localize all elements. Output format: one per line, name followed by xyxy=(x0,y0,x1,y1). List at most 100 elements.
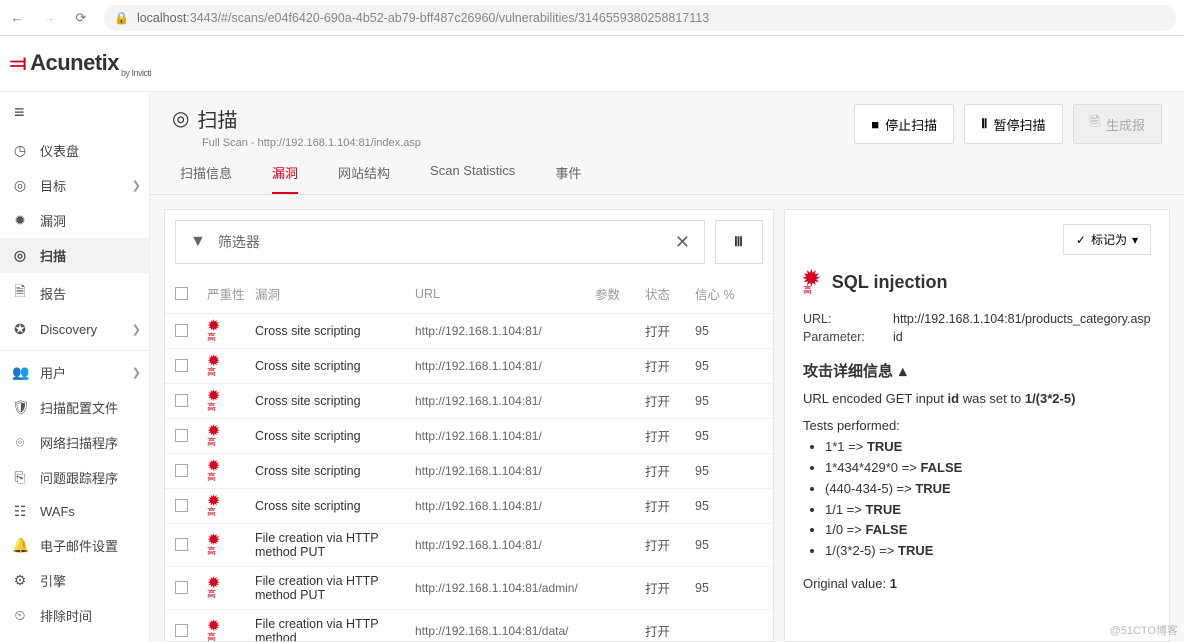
sidebar-icon: 🗎 xyxy=(12,281,28,305)
sidebar-icon: ⌾ xyxy=(12,434,28,451)
table-row[interactable]: ✹高File creation via HTTP methodhttp://19… xyxy=(165,610,773,641)
col-vuln[interactable]: 漏洞 xyxy=(255,284,415,303)
logo[interactable]: ⫤ Acunetix by Invicti xyxy=(10,50,151,78)
sidebar-icon: 👥 xyxy=(12,364,28,381)
vuln-status: 打开 xyxy=(645,535,695,554)
row-checkbox[interactable] xyxy=(175,624,188,637)
tab[interactable]: Scan Statistics xyxy=(430,163,515,194)
select-all-checkbox[interactable] xyxy=(175,287,188,300)
table-row[interactable]: ✹高Cross site scriptinghttp://192.168.1.1… xyxy=(165,314,773,349)
sidebar-item[interactable]: ⎘ 问题跟踪程序 xyxy=(0,460,149,495)
column-toggle-button[interactable]: Ⅲ xyxy=(715,220,763,264)
chevron-up-icon: ▴ xyxy=(899,362,907,380)
severity-icon: ✹高 xyxy=(207,321,255,341)
attack-details-section[interactable]: 攻击详细信息▴ xyxy=(803,360,1151,381)
col-url[interactable]: URL xyxy=(415,287,595,301)
table-row[interactable]: ✹高Cross site scriptinghttp://192.168.1.1… xyxy=(165,384,773,419)
sidebar-item[interactable]: ✪Discovery❯ xyxy=(0,313,149,346)
table-row[interactable]: ✹高File creation via HTTP method PUThttp:… xyxy=(165,567,773,610)
original-value: Original value: 1 xyxy=(803,576,1151,591)
row-checkbox[interactable] xyxy=(175,464,188,477)
vuln-confidence: 95 xyxy=(695,499,745,513)
tests-heading: Tests performed: xyxy=(803,418,1151,433)
address-bar[interactable]: 🔒 localhost:3443/#/scans/e04f6420-690a-4… xyxy=(104,5,1176,31)
sidebar-item[interactable]: ◎扫描 xyxy=(0,238,149,273)
row-checkbox[interactable] xyxy=(175,499,188,512)
vuln-name: Cross site scripting xyxy=(255,359,415,373)
tab[interactable]: 网站结构 xyxy=(338,163,390,194)
table-row[interactable]: ✹高Cross site scriptinghttp://192.168.1.1… xyxy=(165,489,773,524)
stop-icon: ■ xyxy=(871,117,879,132)
page-subtitle: Full Scan - http://192.168.1.104:81/inde… xyxy=(202,137,421,149)
pause-icon: Ⅱ xyxy=(981,116,987,132)
vuln-name: File creation via HTTP method PUT xyxy=(255,531,415,559)
tab[interactable]: 事件 xyxy=(555,163,581,194)
sidebar-label: WAFs xyxy=(40,504,75,519)
tab[interactable]: 扫描信息 xyxy=(180,163,232,194)
severity-icon: ✹高 xyxy=(207,426,255,446)
forward-icon[interactable]: → xyxy=(40,10,58,25)
sidebar: ≡ ◷仪表盘◎目标❯✹漏洞◎扫描🗎报告✪Discovery❯ 👥用户❯🛡扫描配置… xyxy=(0,92,150,642)
close-icon[interactable]: ✕ xyxy=(675,232,690,253)
sidebar-label: 电子邮件设置 xyxy=(40,536,118,555)
row-checkbox[interactable] xyxy=(175,394,188,407)
url-port: :3443 xyxy=(186,11,217,25)
table-row[interactable]: ✹高Cross site scriptinghttp://192.168.1.1… xyxy=(165,419,773,454)
generate-report-button[interactable]: 🗎生成报 xyxy=(1073,104,1162,144)
table-row[interactable]: ✹高Cross site scriptinghttp://192.168.1.1… xyxy=(165,454,773,489)
sidebar-icon: ⚙ xyxy=(12,572,28,589)
row-checkbox[interactable] xyxy=(175,324,188,337)
severity-icon: ✹高 xyxy=(207,578,255,598)
sidebar-item[interactable]: 🔔电子邮件设置 xyxy=(0,528,149,563)
sidebar-icon: ⏲ xyxy=(12,607,28,624)
stop-scan-button[interactable]: ■停止扫描 xyxy=(854,104,954,144)
filter-input[interactable]: ▼ 筛选器 ✕ xyxy=(175,220,705,264)
mark-as-button[interactable]: ✓标记为 ▾ xyxy=(1063,224,1151,255)
sidebar-item[interactable]: ⏲排除时间 xyxy=(0,598,149,633)
back-icon[interactable]: ← xyxy=(8,10,26,25)
sidebar-item[interactable]: ✹漏洞 xyxy=(0,203,149,238)
sidebar-item[interactable]: ◷仪表盘 xyxy=(0,133,149,168)
check-icon: ✓ xyxy=(1076,233,1086,247)
test-item: 1/0 => FALSE xyxy=(825,520,1151,541)
pause-scan-button[interactable]: Ⅱ暂停扫描 xyxy=(964,104,1062,144)
reload-icon[interactable]: ⟳ xyxy=(72,10,90,26)
detail-url: http://192.168.1.104:81/products_categor… xyxy=(893,312,1151,326)
sidebar-item[interactable]: 👥用户❯ xyxy=(0,355,149,390)
url-label: URL: xyxy=(803,312,893,326)
sidebar-item[interactable]: ☷WAFs xyxy=(0,495,149,528)
severity-icon: ✹高 xyxy=(207,356,255,376)
row-checkbox[interactable] xyxy=(175,581,188,594)
row-checkbox[interactable] xyxy=(175,359,188,372)
col-severity[interactable]: 严重性 xyxy=(207,284,255,303)
chevron-right-icon: ❯ xyxy=(132,179,141,192)
tab[interactable]: 漏洞 xyxy=(272,163,298,194)
severity-icon: ✹高 xyxy=(207,461,255,481)
sidebar-item[interactable]: ⚙引擎 xyxy=(0,563,149,598)
sidebar-item[interactable]: ◎目标❯ xyxy=(0,168,149,203)
row-checkbox[interactable] xyxy=(175,538,188,551)
col-param[interactable]: 参数 xyxy=(595,284,645,303)
vuln-url: http://192.168.1.104:81/data/ xyxy=(415,624,595,638)
sidebar-label: 问题跟踪程序 xyxy=(40,468,118,487)
col-status[interactable]: 状态 xyxy=(645,284,695,303)
sidebar-item[interactable]: ⌾网络扫描程序 xyxy=(0,425,149,460)
vuln-status: 打开 xyxy=(645,321,695,340)
vuln-confidence: 95 xyxy=(695,429,745,443)
table-row[interactable]: ✹高File creation via HTTP method PUThttp:… xyxy=(165,524,773,567)
vuln-name: Cross site scripting xyxy=(255,464,415,478)
table-row[interactable]: ✹高Cross site scriptinghttp://192.168.1.1… xyxy=(165,349,773,384)
sidebar-item[interactable]: 🛡扫描配置文件 xyxy=(0,390,149,425)
sidebar-icon: ⎘ xyxy=(12,469,28,486)
sidebar-item[interactable]: 🗎报告 xyxy=(0,273,149,313)
sidebar-item[interactable]: ☁代理设置 xyxy=(0,633,149,642)
col-confidence[interactable]: 信心 % xyxy=(695,284,745,303)
filter-icon: ▼ xyxy=(190,233,206,251)
vuln-status: 打开 xyxy=(645,496,695,515)
vuln-name: File creation via HTTP method PUT xyxy=(255,574,415,602)
row-checkbox[interactable] xyxy=(175,429,188,442)
vulnerability-detail: ✓标记为 ▾ ✹高 SQL injection URL: http://192.… xyxy=(784,209,1170,642)
vuln-confidence: 95 xyxy=(695,394,745,408)
attack-description: URL encoded GET input id was set to 1/(3… xyxy=(803,391,1151,406)
menu-toggle-icon[interactable]: ≡ xyxy=(0,92,149,133)
